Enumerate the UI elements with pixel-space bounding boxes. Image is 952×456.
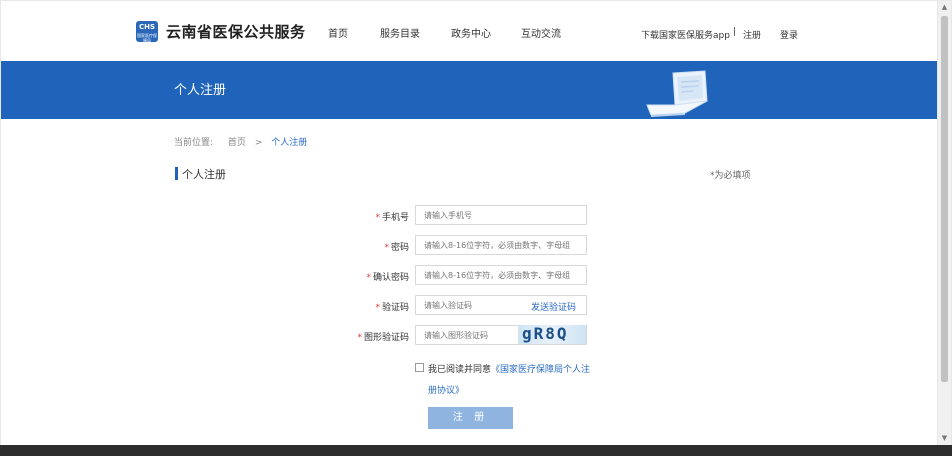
nav-government-center[interactable]: 政务中心 <box>451 25 491 40</box>
image-code-label-text: 图形验证码 <box>363 333 409 343</box>
password-label: * 密码 <box>339 240 409 253</box>
scrollbar-thumb[interactable] <box>941 16 948 382</box>
nav-service-catalog[interactable]: 服务目录 <box>380 25 420 40</box>
site-header: CHS 国家医疗保障局 云南省医保公共服务 首页 服务目录 政务中心 互动交流 … <box>1 1 937 61</box>
laptop-illustration-icon <box>646 70 708 117</box>
register-submit-button[interactable]: 注 册 <box>428 407 513 429</box>
phone-label-text: 手机号 <box>381 213 409 223</box>
required-star: * <box>375 303 380 313</box>
breadcrumb-home[interactable]: 首页 <box>228 138 246 148</box>
logo-text: CHS <box>138 23 156 31</box>
required-star: * <box>375 213 380 223</box>
required-star: * <box>357 333 362 343</box>
section-title-accent <box>175 167 178 180</box>
sms-code-label-text: 验证码 <box>381 303 409 313</box>
breadcrumb-current: 个人注册 <box>271 138 308 148</box>
captcha-text: gR8Q <box>522 324 569 343</box>
chs-logo[interactable]: CHS 国家医疗保障局 <box>136 21 158 43</box>
download-app-link[interactable]: 下载国家医保服务app <box>641 28 730 41</box>
site-title: 云南省医保公共服务 <box>166 23 306 41</box>
confirm-password-label-text: 确认密码 <box>372 273 409 283</box>
login-link[interactable]: 登录 <box>780 28 798 41</box>
register-link[interactable]: 注册 <box>743 28 761 41</box>
vertical-scrollbar[interactable]: ▲ ▼ <box>938 1 951 445</box>
phone-input[interactable] <box>415 205 587 225</box>
confirm-password-input[interactable] <box>415 265 587 285</box>
logo-subtext: 国家医疗保障局 <box>137 33 157 43</box>
captcha-image[interactable]: gR8Q <box>518 324 586 344</box>
scroll-up-arrow-icon[interactable]: ▲ <box>938 1 951 14</box>
password-input[interactable] <box>415 235 587 255</box>
browser-viewport: CHS 国家医疗保障局 云南省医保公共服务 首页 服务目录 政务中心 互动交流 … <box>1 1 937 445</box>
required-star: * <box>366 273 371 283</box>
agreement-text: 我已阅读并同意《国家医疗保障局个人注册协议》 <box>428 360 593 402</box>
breadcrumb-prefix: 当前位置: <box>174 138 214 148</box>
scroll-down-arrow-icon[interactable]: ▼ <box>938 432 951 445</box>
nav-home[interactable]: 首页 <box>328 25 348 40</box>
send-sms-code-button[interactable]: 发送验证码 <box>531 300 576 313</box>
image-code-label: * 图形验证码 <box>339 330 409 343</box>
breadcrumb: 当前位置: 首页 > 个人注册 <box>174 135 313 148</box>
phone-label: * 手机号 <box>339 210 409 223</box>
header-separator: | <box>733 27 737 37</box>
page-banner: 个人注册 <box>1 61 937 119</box>
nav-interaction[interactable]: 互动交流 <box>521 25 561 40</box>
sms-code-label: * 验证码 <box>339 300 409 313</box>
section-title: 个人注册 <box>182 168 226 181</box>
password-label-text: 密码 <box>390 243 409 253</box>
required-star: * <box>384 243 389 253</box>
agreement-prefix: 我已阅读并同意 <box>428 365 492 375</box>
page-footer-strip <box>0 445 952 456</box>
breadcrumb-arrow: > <box>254 138 263 148</box>
banner-title: 个人注册 <box>174 83 227 98</box>
agree-checkbox[interactable] <box>415 363 424 372</box>
confirm-password-label: * 确认密码 <box>339 270 409 283</box>
required-note: *为必填项 <box>710 171 751 181</box>
